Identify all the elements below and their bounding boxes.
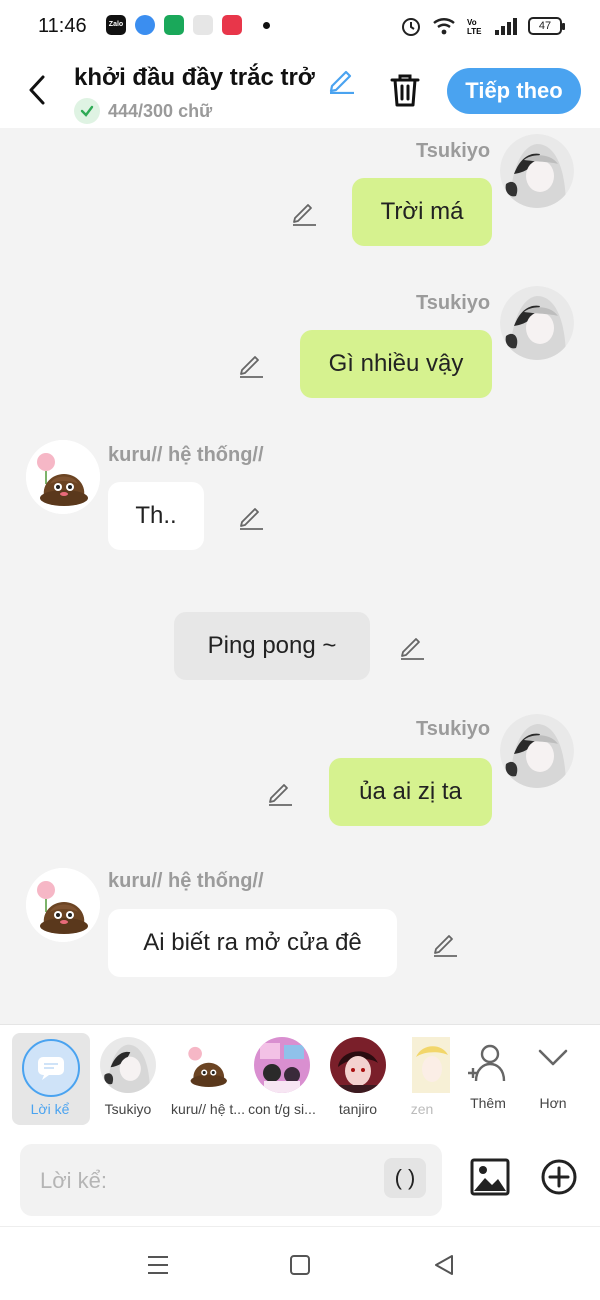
character-narration[interactable]: Lời kể [12, 1033, 90, 1125]
message-bubble[interactable]: Th.. [108, 482, 204, 550]
status-time: 11:46 [38, 15, 87, 37]
insert-image-button[interactable] [470, 1158, 510, 1201]
character-tanjiro[interactable]: tanjiro [320, 1033, 396, 1125]
sender-name: Tsukiyo [416, 292, 491, 314]
back-nav-icon[interactable] [430, 1251, 458, 1279]
status-system-icons: Vo LTE 47 [400, 15, 565, 37]
sender-name: Tsukiyo [416, 718, 491, 740]
character-label: con t/g si... [248, 1101, 316, 1117]
zalo-icon: Zalo [106, 15, 126, 35]
check-icon [74, 98, 100, 124]
character-label: tanjiro [338, 1101, 378, 1117]
edit-message-icon[interactable] [237, 502, 265, 530]
message-bubble[interactable]: Ai biết ra mở cửa đê [108, 909, 397, 977]
edit-title-button[interactable] [326, 64, 356, 99]
sender-name: kuru// hệ thống// [108, 870, 264, 892]
svg-text:Vo: Vo [467, 18, 477, 27]
edit-message-icon[interactable] [290, 198, 318, 226]
chevron-down-icon [538, 1049, 568, 1066]
status-notification-icons: Zalo [106, 15, 270, 35]
system-nav-bar [0, 1226, 600, 1300]
next-button[interactable]: Tiếp theo [447, 68, 581, 114]
edit-message-icon[interactable] [431, 929, 459, 957]
character-bar: Lời kể Tsukiyo kuru// hệ t... con t/g si… [0, 1024, 600, 1134]
recorder-icon [222, 15, 242, 35]
character-tsukiyo[interactable]: Tsukiyo [90, 1033, 166, 1125]
character-zen[interactable]: zen [394, 1033, 450, 1125]
wifi-icon [433, 18, 455, 35]
message-bubble[interactable]: Gì nhiều vậy [300, 330, 492, 398]
avatar-tanjiro [330, 1037, 386, 1093]
shield-app-icon [164, 15, 184, 35]
story-header: khởi đầu đầy trắc trở 444/300 chữ Tiếp t… [0, 54, 600, 128]
avatar-tsukiyo[interactable] [500, 286, 574, 360]
volte-icon: VoLTE [467, 18, 482, 36]
avatar-kuru[interactable] [26, 440, 100, 514]
message-bubble[interactable]: ủa ai zị ta [329, 758, 492, 826]
more-notifications-dot [263, 21, 270, 29]
character-label: zen [410, 1101, 434, 1117]
narration-bubble[interactable]: Ping pong ~ [174, 612, 370, 680]
image-icon [470, 1158, 510, 1196]
narration-icon [22, 1039, 80, 1097]
character-label: Lời kể [30, 1101, 70, 1117]
avatar-kuru[interactable] [26, 868, 100, 942]
svg-text:LTE: LTE [467, 27, 482, 36]
delete-button[interactable] [388, 72, 422, 113]
character-kuru[interactable]: kuru// hệ t... [170, 1033, 246, 1125]
avatar-kuru [180, 1037, 236, 1093]
edit-message-icon[interactable] [398, 632, 426, 660]
add-button[interactable] [540, 1158, 578, 1201]
pencil-icon [329, 70, 354, 95]
input-bar: Lời kể: ( ) [0, 1134, 600, 1226]
story-title[interactable]: khởi đầu đầy trắc trở [74, 64, 315, 92]
more-label: Hơn [539, 1095, 567, 1111]
game-icon [193, 15, 213, 35]
chevron-left-icon [29, 75, 45, 105]
avatar-tsukiyo[interactable] [500, 714, 574, 788]
avatar-con-tg [254, 1037, 310, 1093]
home-icon[interactable] [286, 1251, 314, 1279]
trash-icon [390, 74, 420, 107]
menu-icon[interactable] [144, 1251, 172, 1279]
character-con-tg[interactable]: con t/g si... [244, 1033, 320, 1125]
more-characters-button[interactable]: Hơn [515, 1033, 591, 1125]
signal-icon [495, 18, 517, 35]
messenger-icon [135, 15, 155, 35]
battery-icon: 47 [528, 17, 565, 35]
message-bubble[interactable]: Trời má [352, 178, 492, 246]
add-person-icon [468, 1044, 506, 1082]
sender-name: Tsukiyo [416, 140, 491, 162]
word-count-text: 444/300 chữ [108, 100, 213, 121]
alarm-icon [402, 18, 420, 36]
avatar-tsukiyo [100, 1037, 156, 1093]
edit-message-icon[interactable] [266, 778, 294, 806]
story-chat: Tsukiyo Trời má Tsukiyo Gì nhiều vậy kur… [0, 128, 600, 1024]
back-button[interactable] [20, 70, 54, 110]
character-label: Tsukiyo [104, 1101, 152, 1117]
character-label: kuru// hệ t... [171, 1101, 245, 1117]
avatar-tsukiyo[interactable] [500, 134, 574, 208]
avatar-zen [412, 1037, 450, 1093]
parentheses-button[interactable]: ( ) [384, 1158, 426, 1198]
status-bar: 11:46 Zalo Vo LTE 47 [0, 0, 600, 54]
plus-circle-icon [541, 1159, 577, 1195]
sender-name: kuru// hệ thống// [108, 444, 264, 466]
narration-input-placeholder: Lời kể: [40, 1168, 108, 1193]
edit-message-icon[interactable] [237, 350, 265, 378]
word-count: 444/300 chữ [74, 98, 212, 124]
